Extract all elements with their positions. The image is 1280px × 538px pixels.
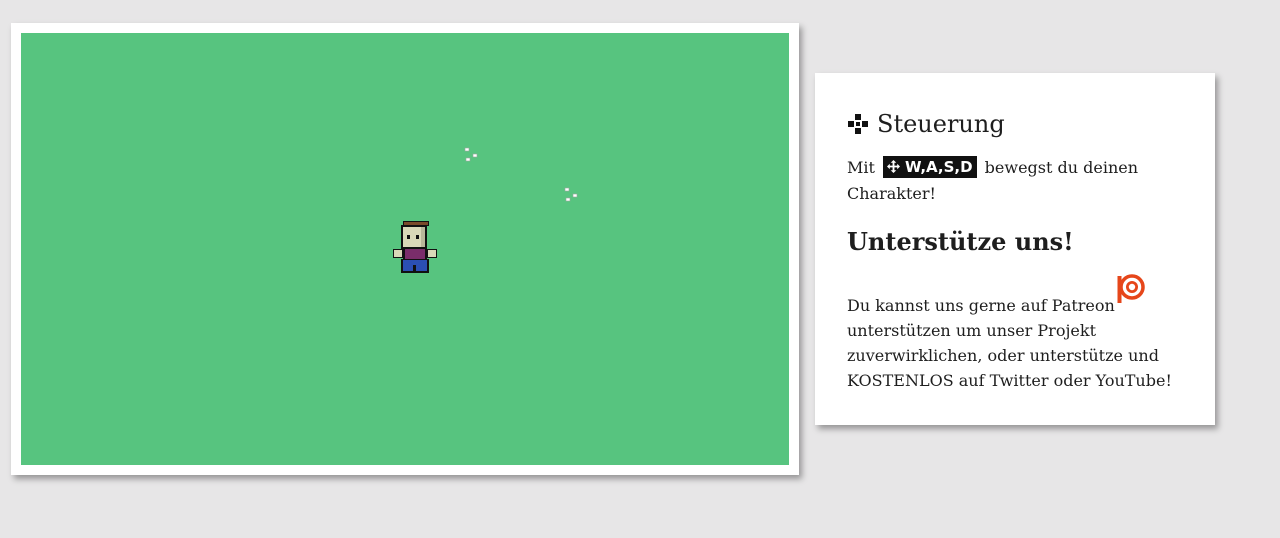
wasd-key-badge: W,A,S,D	[883, 155, 977, 178]
flower-icon	[564, 187, 578, 202]
player-character-icon	[393, 221, 437, 273]
move-arrows-icon	[887, 160, 901, 173]
support-text-after: unterstützen um unser Projekt zuverwirkl…	[847, 321, 1172, 390]
controls-heading: Steuerung	[877, 110, 1005, 138]
support-heading: Unterstütze uns!	[847, 227, 1074, 256]
controls-description: Mit W,A,S,D bewegst du deinen Charakter!	[847, 155, 1183, 207]
flower-icon	[464, 147, 478, 162]
game-canvas[interactable]	[21, 33, 789, 465]
controls-text-before: Mit	[847, 158, 881, 177]
wasd-keys-label: W,A,S,D	[905, 157, 973, 176]
patreon-icon[interactable]	[1115, 273, 1147, 305]
gamepad-icon	[848, 114, 868, 134]
info-panel: Steuerung Mit W,A,S,D bewegst du deinen …	[815, 73, 1215, 425]
support-text-before: Du kannst uns gerne auf Patreon	[847, 296, 1115, 315]
controls-heading-row: Steuerung	[847, 109, 1183, 139]
support-description: Du kannst uns gerne auf Patreon unterstü…	[847, 274, 1183, 393]
game-frame	[11, 23, 799, 475]
